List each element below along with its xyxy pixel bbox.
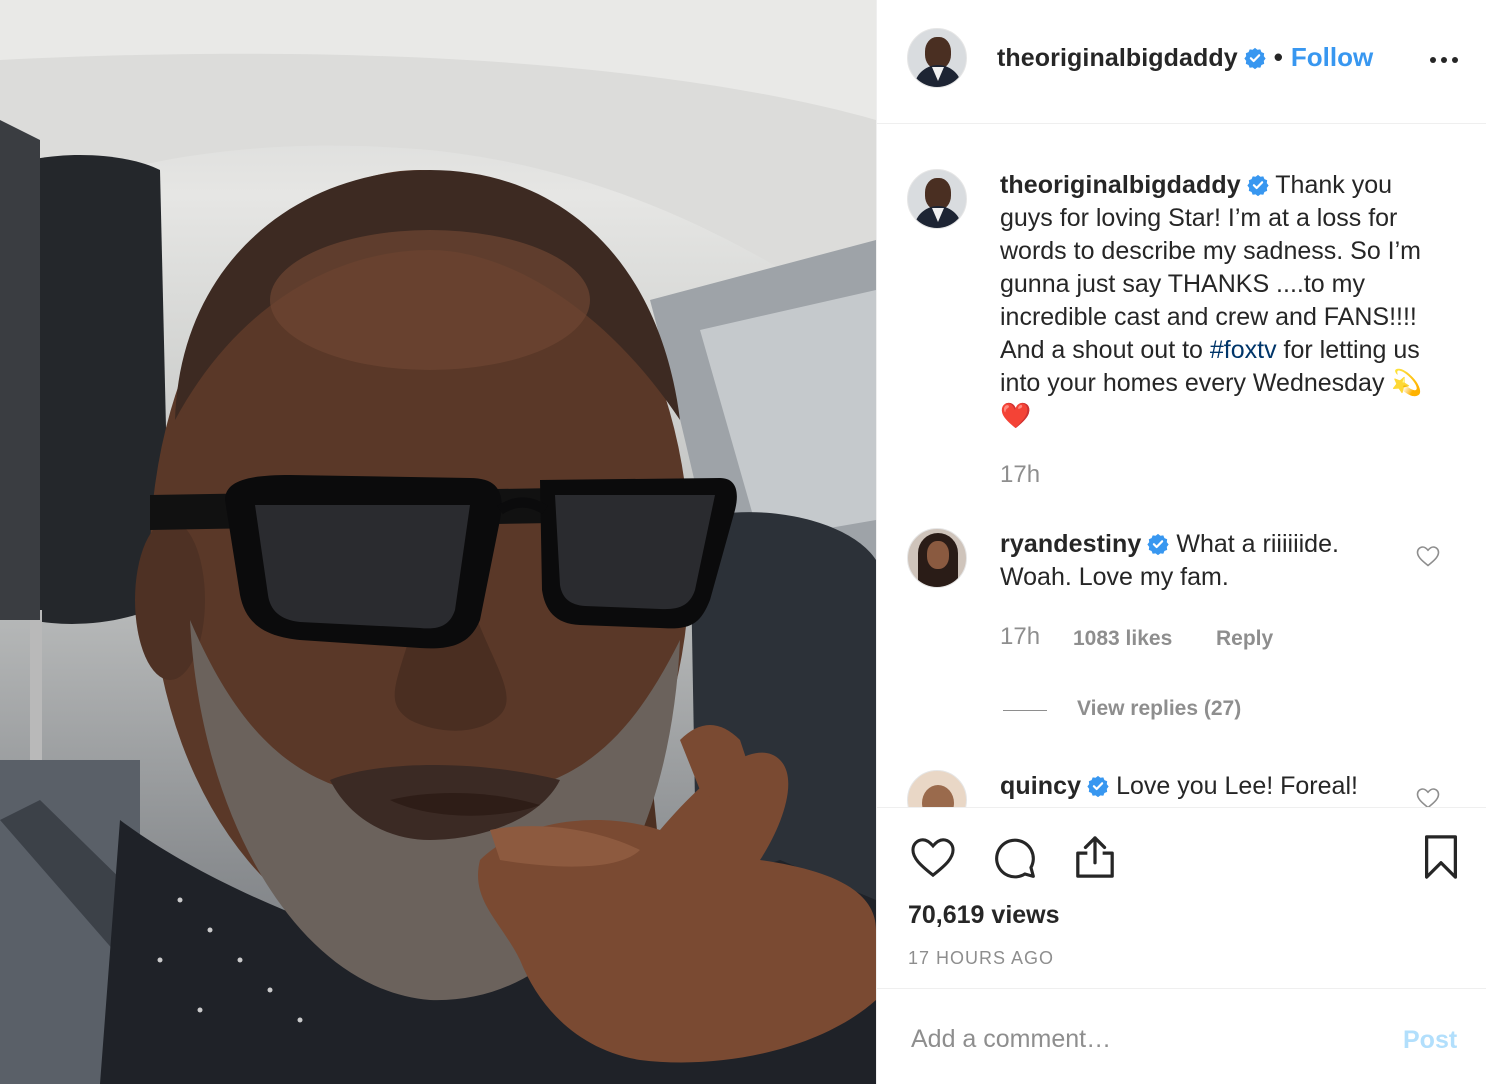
hashtag-link[interactable]: #foxtv: [1210, 336, 1277, 364]
header-separator: •: [1273, 42, 1283, 72]
replies-divider: [1003, 710, 1047, 711]
action-bar: 70,619 views 17 HOURS AGO: [877, 807, 1486, 989]
comment-username[interactable]: ryandestiny: [1000, 530, 1141, 558]
comment-input[interactable]: [911, 1019, 1371, 1059]
post-header: theoriginalbigdaddy • Follow: [877, 0, 1486, 124]
verified-badge-icon: [1247, 174, 1269, 196]
post-side-panel: theoriginalbigdaddy • Follow theoriginalbi…: [876, 0, 1486, 1084]
verified-badge-icon: [1087, 775, 1109, 797]
post-video[interactable]: [0, 0, 876, 1084]
comment-icon[interactable]: [993, 836, 1037, 880]
comment-time[interactable]: 17h: [1000, 623, 1040, 651]
comment-avatar[interactable]: [907, 770, 967, 807]
reply-button[interactable]: Reply: [1216, 627, 1273, 651]
bookmark-icon[interactable]: [1423, 834, 1459, 880]
comment-text: ryandestiny What a riiiiiide. Woah. Love…: [1000, 528, 1400, 594]
view-replies-button[interactable]: View replies (27): [1077, 697, 1241, 721]
share-icon[interactable]: [1074, 834, 1116, 880]
caption-username[interactable]: theoriginalbigdaddy: [1000, 171, 1241, 199]
verified-badge-icon: [1244, 47, 1266, 69]
add-comment-bar: Post: [877, 988, 1486, 1084]
comment-avatar[interactable]: [907, 528, 967, 588]
caption-time[interactable]: 17h: [1000, 461, 1040, 489]
verified-badge-icon: [1147, 533, 1170, 555]
comments-list[interactable]: theoriginalbigdaddy Thank you guys for l…: [877, 125, 1486, 807]
post-comment-button[interactable]: Post: [1403, 1026, 1457, 1055]
caption-text: theoriginalbigdaddy Thank you guys for l…: [1000, 169, 1445, 433]
comment-like-heart-icon[interactable]: [1416, 787, 1440, 807]
comment-like-heart-icon[interactable]: [1416, 545, 1440, 567]
avatar[interactable]: [907, 28, 967, 88]
comment-likes[interactable]: 1083 likes: [1073, 627, 1172, 651]
post-timestamp[interactable]: 17 HOURS AGO: [908, 948, 1054, 969]
comment-text: quincy Love you Lee! Foreal!: [1000, 770, 1420, 803]
video-frame-illustration: [0, 0, 876, 1084]
header-user-row: theoriginalbigdaddy • Follow: [997, 42, 1373, 73]
comment-username[interactable]: quincy: [1000, 772, 1081, 800]
heart-icon[interactable]: [910, 836, 956, 878]
follow-button[interactable]: Follow: [1291, 42, 1373, 72]
header-username[interactable]: theoriginalbigdaddy: [997, 44, 1238, 72]
comment-body: Love you Lee! Foreal!: [1109, 772, 1358, 800]
more-horizontal-icon[interactable]: [1430, 50, 1458, 70]
caption-avatar[interactable]: [907, 169, 967, 229]
view-count[interactable]: 70,619 views: [908, 901, 1060, 930]
